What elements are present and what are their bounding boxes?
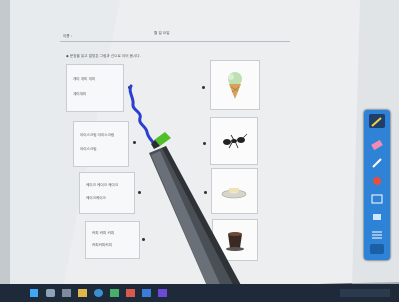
file-explorer-icon[interactable]: [78, 289, 87, 297]
start-icon[interactable]: [30, 289, 38, 297]
pen-tool-icon[interactable]: [369, 114, 385, 128]
stylus-pen: [149, 132, 250, 302]
highlighter-tool-icon[interactable]: [370, 154, 384, 168]
shape-tool-icon[interactable]: [370, 208, 384, 220]
photo-scene: 이름 : 월 일 요일 ◆ 문장을 읽고 알맞은 그림과 선으로 이어 봅시다.…: [0, 0, 399, 302]
pen-toolbar: [364, 110, 390, 260]
menu-tool-icon[interactable]: [370, 226, 384, 239]
select-tool-icon[interactable]: [370, 190, 384, 204]
taskbar: [0, 284, 399, 302]
app-icon[interactable]: [142, 289, 151, 297]
eraser-tool-icon[interactable]: [370, 136, 384, 151]
color-tool-icon[interactable]: [370, 172, 384, 185]
app-icon[interactable]: [126, 289, 135, 297]
system-tray[interactable]: [340, 289, 390, 297]
app-icon[interactable]: [110, 289, 119, 297]
toolbar-bottom-icon[interactable]: [370, 244, 384, 254]
search-icon[interactable]: [46, 289, 55, 297]
browser-icon[interactable]: [94, 289, 103, 297]
app-icon[interactable]: [158, 289, 167, 297]
task-view-icon[interactable]: [62, 289, 71, 297]
